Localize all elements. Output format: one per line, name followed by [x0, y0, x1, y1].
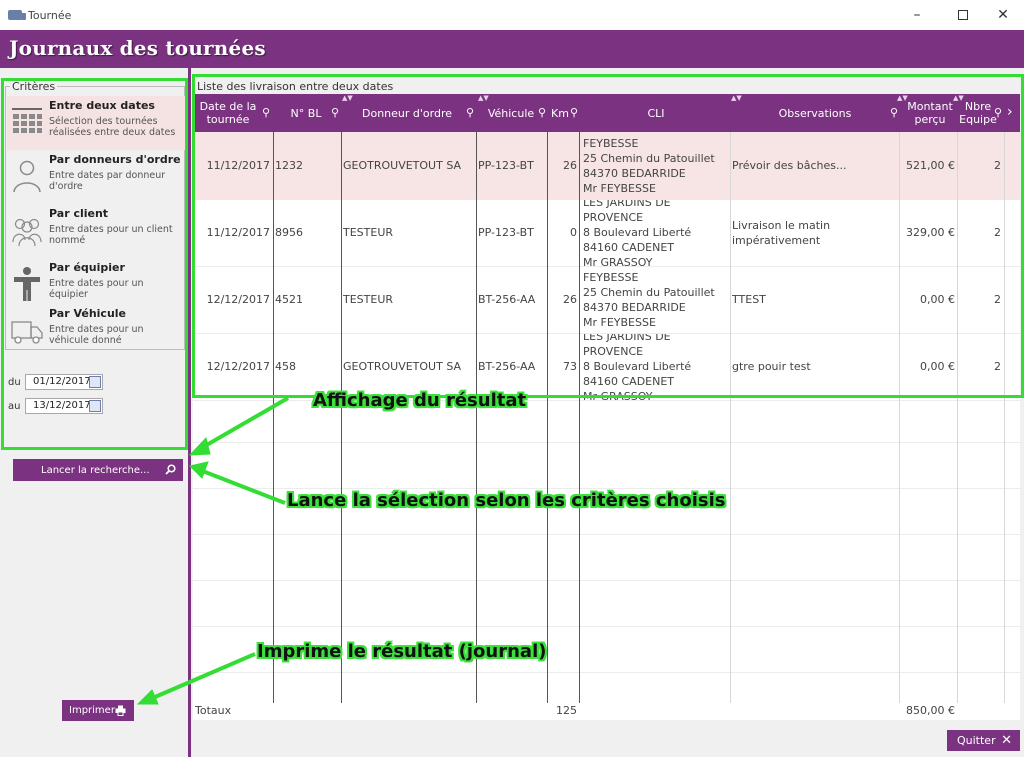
- row-divider: [193, 488, 1020, 489]
- maximize-icon: [958, 10, 968, 20]
- window-titlebar: Tournée – ✕: [0, 0, 1024, 30]
- panel-divider[interactable]: [188, 68, 191, 757]
- annotation-result-box: [192, 74, 1024, 398]
- print-button-label: Imprimer: [69, 705, 115, 716]
- annotation-print-text: Imprime le résultat (journal): [257, 641, 547, 662]
- row-divider: [193, 534, 1020, 535]
- quit-button-label: Quitter: [957, 734, 996, 747]
- quit-button[interactable]: Quitter ✕: [947, 730, 1020, 751]
- close-icon: ✕: [1001, 733, 1012, 748]
- row-divider: [193, 580, 1020, 581]
- totals-km: 125: [556, 704, 577, 717]
- close-window-button[interactable]: ✕: [980, 0, 1024, 30]
- window-title: Tournée: [28, 8, 72, 22]
- search-button-label: Lancer la recherche...: [41, 464, 150, 476]
- page-title: Journaux des tournées: [9, 36, 266, 60]
- totals-label: Totaux: [195, 704, 232, 717]
- printer-icon: [115, 705, 126, 716]
- search-button[interactable]: Lancer la recherche...: [13, 459, 183, 481]
- print-button[interactable]: Imprimer: [62, 700, 134, 721]
- row-divider: [193, 442, 1020, 443]
- minimize-button[interactable]: –: [894, 0, 940, 30]
- annotation-criteria-box: [1, 78, 188, 450]
- annotation-result-text: Affichage du résultat: [313, 390, 527, 411]
- totals-montant: 850,00 €: [906, 704, 955, 717]
- annotation-search-text: Lance la sélection selon les critères ch…: [287, 490, 726, 511]
- header-banner: Journaux des tournées: [0, 30, 1024, 68]
- row-divider: [193, 672, 1020, 673]
- row-divider: [193, 626, 1020, 627]
- search-icon: [165, 464, 176, 475]
- totals-row: Totaux 125 850,00 €: [193, 703, 1020, 720]
- truck-app-icon: [8, 10, 26, 20]
